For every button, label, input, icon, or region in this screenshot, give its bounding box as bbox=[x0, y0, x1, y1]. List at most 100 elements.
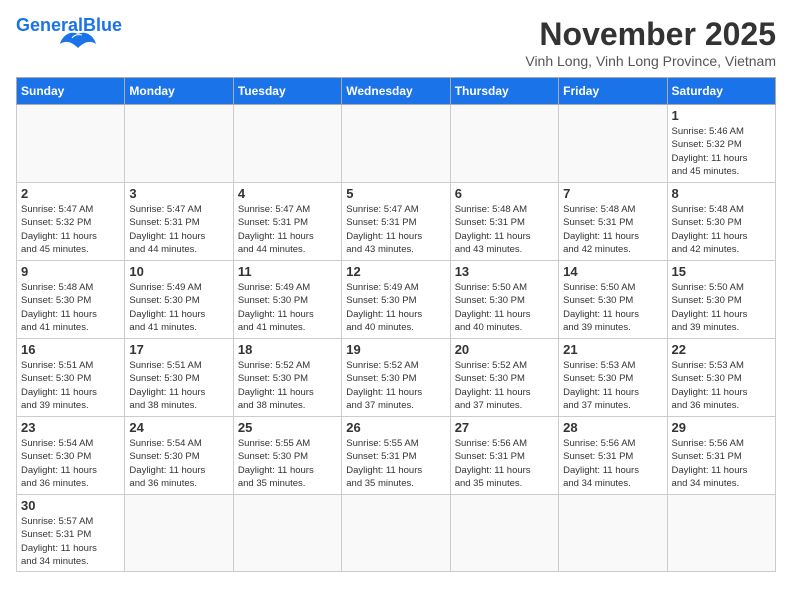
day-number: 22 bbox=[672, 342, 771, 357]
day-number: 6 bbox=[455, 186, 554, 201]
day-number: 18 bbox=[238, 342, 337, 357]
day-cell: 20 Sunrise: 5:52 AM Sunset: 5:30 PM Dayli… bbox=[450, 339, 558, 417]
title-area: November 2025 Vinh Long, Vinh Long Provi… bbox=[525, 16, 776, 69]
day-number: 9 bbox=[21, 264, 120, 279]
day-cell: 16 Sunrise: 5:51 AM Sunset: 5:30 PM Dayli… bbox=[17, 339, 125, 417]
day-header-tuesday: Tuesday bbox=[233, 78, 341, 105]
day-cell: 14Sunrise: 5:50 AM Sunset: 5:30 PM Dayli… bbox=[559, 261, 667, 339]
day-info: Sunrise: 5:54 AM Sunset: 5:30 PM Dayligh… bbox=[21, 437, 120, 490]
logo-bird-icon bbox=[60, 30, 96, 52]
day-info: Sunrise: 5:52 AM Sunset: 5:30 PM Dayligh… bbox=[455, 359, 554, 412]
day-number: 4 bbox=[238, 186, 337, 201]
day-info: Sunrise: 5:51 AM Sunset: 5:30 PM Dayligh… bbox=[21, 359, 120, 412]
day-number: 29 bbox=[672, 420, 771, 435]
day-cell bbox=[233, 495, 341, 572]
day-info: Sunrise: 5:48 AM Sunset: 5:31 PM Dayligh… bbox=[455, 203, 554, 256]
day-info: Sunrise: 5:48 AM Sunset: 5:31 PM Dayligh… bbox=[563, 203, 662, 256]
day-number: 12 bbox=[346, 264, 445, 279]
day-number: 30 bbox=[21, 498, 120, 513]
day-cell: 12 Sunrise: 5:49 AM Sunset: 5:30 PM Dayli… bbox=[342, 261, 450, 339]
day-cell: 19Sunrise: 5:52 AM Sunset: 5:30 PM Dayli… bbox=[342, 339, 450, 417]
day-number: 7 bbox=[563, 186, 662, 201]
month-title: November 2025 bbox=[525, 16, 776, 53]
day-number: 13 bbox=[455, 264, 554, 279]
day-number: 15 bbox=[672, 264, 771, 279]
day-number: 10 bbox=[129, 264, 228, 279]
day-header-sunday: Sunday bbox=[17, 78, 125, 105]
day-info: Sunrise: 5:48 AM Sunset: 5:30 PM Dayligh… bbox=[672, 203, 771, 256]
day-cell bbox=[559, 105, 667, 183]
day-number: 5 bbox=[346, 186, 445, 201]
day-header-monday: Monday bbox=[125, 78, 233, 105]
day-header-wednesday: Wednesday bbox=[342, 78, 450, 105]
day-cell: 27 Sunrise: 5:56 AM Sunset: 5:31 PM Dayli… bbox=[450, 417, 558, 495]
day-cell bbox=[342, 105, 450, 183]
day-cell bbox=[450, 105, 558, 183]
day-cell bbox=[125, 495, 233, 572]
day-cell: 29Sunrise: 5:56 AM Sunset: 5:31 PM Dayli… bbox=[667, 417, 775, 495]
day-cell bbox=[17, 105, 125, 183]
day-cell bbox=[450, 495, 558, 572]
calendar-header-row: SundayMondayTuesdayWednesdayThursdayFrid… bbox=[17, 78, 776, 105]
day-info: Sunrise: 5:52 AM Sunset: 5:30 PM Dayligh… bbox=[346, 359, 445, 412]
day-info: Sunrise: 5:49 AM Sunset: 5:30 PM Dayligh… bbox=[346, 281, 445, 334]
day-cell: 15Sunrise: 5:50 AM Sunset: 5:30 PM Dayli… bbox=[667, 261, 775, 339]
day-cell: 26 Sunrise: 5:55 AM Sunset: 5:31 PM Dayli… bbox=[342, 417, 450, 495]
day-cell: 2 Sunrise: 5:47 AM Sunset: 5:32 PM Daylig… bbox=[17, 183, 125, 261]
day-info: Sunrise: 5:49 AM Sunset: 5:30 PM Dayligh… bbox=[129, 281, 228, 334]
day-info: Sunrise: 5:50 AM Sunset: 5:30 PM Dayligh… bbox=[455, 281, 554, 334]
week-row-1: 2 Sunrise: 5:47 AM Sunset: 5:32 PM Daylig… bbox=[17, 183, 776, 261]
day-cell bbox=[233, 105, 341, 183]
week-row-4: 23 Sunrise: 5:54 AM Sunset: 5:30 PM Dayli… bbox=[17, 417, 776, 495]
day-number: 11 bbox=[238, 264, 337, 279]
day-number: 24 bbox=[129, 420, 228, 435]
week-row-5: 30 Sunrise: 5:57 AM Sunset: 5:31 PM Dayli… bbox=[17, 495, 776, 572]
day-info: Sunrise: 5:57 AM Sunset: 5:31 PM Dayligh… bbox=[21, 515, 120, 568]
day-cell: 25 Sunrise: 5:55 AM Sunset: 5:30 PM Dayli… bbox=[233, 417, 341, 495]
day-number: 27 bbox=[455, 420, 554, 435]
day-info: Sunrise: 5:52 AM Sunset: 5:30 PM Dayligh… bbox=[238, 359, 337, 412]
day-cell: 1 Sunrise: 5:46 AM Sunset: 5:32 PM Daylig… bbox=[667, 105, 775, 183]
day-info: Sunrise: 5:51 AM Sunset: 5:30 PM Dayligh… bbox=[129, 359, 228, 412]
day-cell: 18 Sunrise: 5:52 AM Sunset: 5:30 PM Dayli… bbox=[233, 339, 341, 417]
week-row-0: 1 Sunrise: 5:46 AM Sunset: 5:32 PM Daylig… bbox=[17, 105, 776, 183]
day-number: 26 bbox=[346, 420, 445, 435]
day-number: 25 bbox=[238, 420, 337, 435]
day-number: 14 bbox=[563, 264, 662, 279]
day-cell: 24 Sunrise: 5:54 AM Sunset: 5:30 PM Dayli… bbox=[125, 417, 233, 495]
day-cell: 4Sunrise: 5:47 AM Sunset: 5:31 PM Daylig… bbox=[233, 183, 341, 261]
week-row-3: 16 Sunrise: 5:51 AM Sunset: 5:30 PM Dayli… bbox=[17, 339, 776, 417]
header: GeneralBlue November 2025 Vinh Long, Vin… bbox=[16, 16, 776, 69]
day-info: Sunrise: 5:56 AM Sunset: 5:31 PM Dayligh… bbox=[563, 437, 662, 490]
day-cell bbox=[342, 495, 450, 572]
week-row-2: 9 Sunrise: 5:48 AM Sunset: 5:30 PM Daylig… bbox=[17, 261, 776, 339]
day-number: 28 bbox=[563, 420, 662, 435]
day-cell bbox=[559, 495, 667, 572]
day-number: 21 bbox=[563, 342, 662, 357]
day-cell: 22 Sunrise: 5:53 AM Sunset: 5:30 PM Dayli… bbox=[667, 339, 775, 417]
day-info: Sunrise: 5:46 AM Sunset: 5:32 PM Dayligh… bbox=[672, 125, 771, 178]
day-cell: 7 Sunrise: 5:48 AM Sunset: 5:31 PM Daylig… bbox=[559, 183, 667, 261]
day-number: 8 bbox=[672, 186, 771, 201]
day-number: 2 bbox=[21, 186, 120, 201]
day-header-thursday: Thursday bbox=[450, 78, 558, 105]
day-info: Sunrise: 5:47 AM Sunset: 5:31 PM Dayligh… bbox=[129, 203, 228, 256]
day-cell: 8 Sunrise: 5:48 AM Sunset: 5:30 PM Daylig… bbox=[667, 183, 775, 261]
day-info: Sunrise: 5:55 AM Sunset: 5:31 PM Dayligh… bbox=[346, 437, 445, 490]
day-info: Sunrise: 5:47 AM Sunset: 5:32 PM Dayligh… bbox=[21, 203, 120, 256]
day-info: Sunrise: 5:54 AM Sunset: 5:30 PM Dayligh… bbox=[129, 437, 228, 490]
day-header-friday: Friday bbox=[559, 78, 667, 105]
day-cell: 5Sunrise: 5:47 AM Sunset: 5:31 PM Daylig… bbox=[342, 183, 450, 261]
day-number: 3 bbox=[129, 186, 228, 201]
day-number: 1 bbox=[672, 108, 771, 123]
day-info: Sunrise: 5:56 AM Sunset: 5:31 PM Dayligh… bbox=[455, 437, 554, 490]
day-cell: 17Sunrise: 5:51 AM Sunset: 5:30 PM Dayli… bbox=[125, 339, 233, 417]
day-info: Sunrise: 5:53 AM Sunset: 5:30 PM Dayligh… bbox=[672, 359, 771, 412]
day-number: 16 bbox=[21, 342, 120, 357]
day-number: 20 bbox=[455, 342, 554, 357]
day-cell: 30 Sunrise: 5:57 AM Sunset: 5:31 PM Dayli… bbox=[17, 495, 125, 572]
day-number: 23 bbox=[21, 420, 120, 435]
day-info: Sunrise: 5:55 AM Sunset: 5:30 PM Dayligh… bbox=[238, 437, 337, 490]
logo: GeneralBlue bbox=[16, 16, 122, 52]
day-info: Sunrise: 5:48 AM Sunset: 5:30 PM Dayligh… bbox=[21, 281, 120, 334]
